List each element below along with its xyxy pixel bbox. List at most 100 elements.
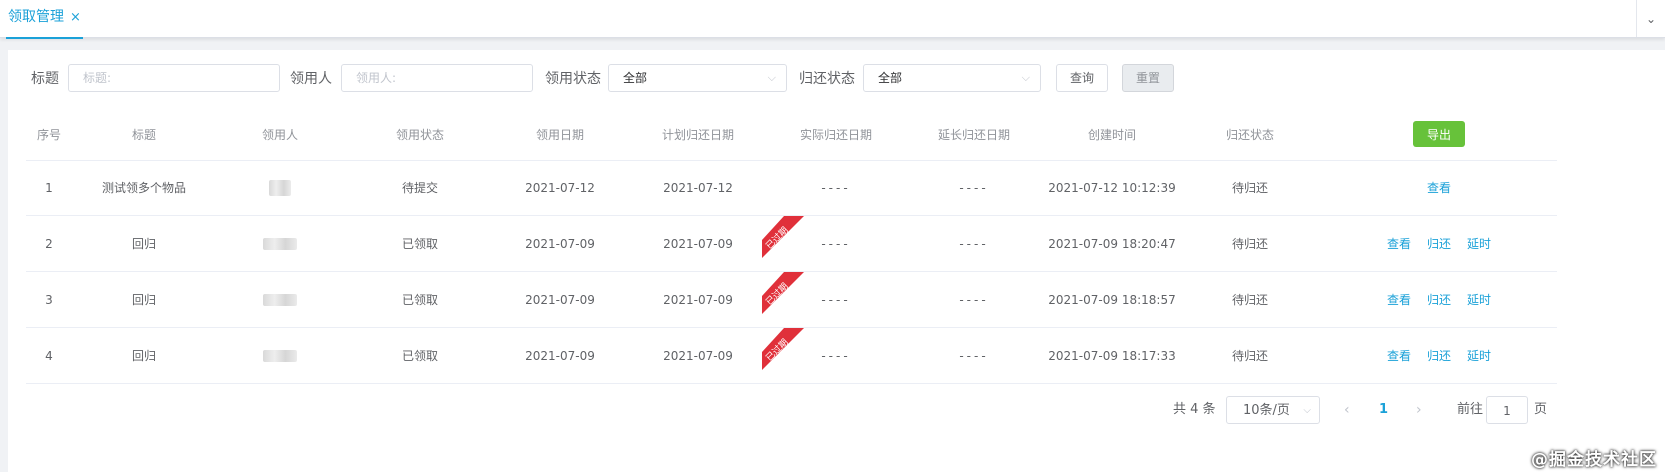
row-index: 3 [45,292,53,307]
row-created: 2021-07-09 18:18:57 [1048,292,1176,307]
chevron-down-icon[interactable]: ⌄ [1636,0,1665,37]
row-index: 2 [45,236,53,251]
extend-link[interactable]: 延时 [1467,347,1491,364]
receiver-avatar-blurred [216,160,344,215]
row-receive-date: 2021-07-09 [525,292,595,307]
query-button[interactable]: 查询 [1056,64,1108,92]
export-button[interactable]: 导出 [1413,121,1465,147]
return-link[interactable]: 归还 [1427,291,1451,308]
row-created: 2021-07-09 18:17:33 [1048,348,1176,363]
row-actual-return: ---- [821,180,851,195]
row-title: 回归 [131,349,156,363]
chevron-down-icon: ⌵ [767,71,776,84]
row-return-status: 待归还 [1231,349,1268,363]
col-extended-return: 延长归还日期 [937,127,1010,142]
row-title: 回归 [131,293,156,307]
table-row: 4 回归 已领取 2021-07-09 2021-07-09 已过期 ---- … [26,328,1557,384]
table-header: 序号 标题 领用人 领用状态 领用日期 计划归还日期 实际归还日期 延长归还日期… [26,108,1557,161]
tab-label: 领取管理 [8,9,64,25]
row-planned-return: 2021-07-09 [663,236,733,251]
view-link[interactable]: 查看 [1387,347,1411,364]
row-receive-date: 2021-07-09 [525,236,595,251]
col-receive-status: 领用状态 [395,127,444,142]
receiver-filter-input[interactable] [341,64,533,92]
watermark: @掘金技术社区 [1531,450,1657,470]
row-return-status: 待归还 [1231,293,1268,307]
row-actions: 查看 归还 延时 [1326,328,1552,383]
row-return-status: 待归还 [1231,181,1268,195]
row-title: 回归 [131,237,156,251]
col-index: 序号 [36,127,61,142]
return-status-value: 全部 [878,71,903,85]
view-link[interactable]: 查看 [1387,291,1411,308]
return-link[interactable]: 归还 [1427,235,1451,252]
receiver-avatar-blurred [216,272,344,327]
row-actual-return: ---- [821,348,851,363]
page-suffix-label: 页 [1534,402,1548,417]
tab-close-icon[interactable]: × [70,10,81,25]
row-index: 1 [45,180,53,195]
col-planned-return: 计划归还日期 [661,127,734,142]
row-extended-return: ---- [959,292,989,307]
chevron-right-icon[interactable]: › [1416,396,1422,424]
receiver-filter-label: 领用人 [290,71,332,87]
row-receive-date: 2021-07-09 [525,348,595,363]
extend-link[interactable]: 延时 [1467,235,1491,252]
row-title: 测试领多个物品 [101,181,186,195]
main-panel: 标题 领用人 领用状态 全部 ⌵ 归还状态 全部 ⌵ 查询 重置 序号 标题 领… [8,50,1665,472]
row-actions: 查看 归还 延时 [1326,216,1552,271]
row-actual-return: ---- [821,236,851,251]
row-receive-status: 待提交 [401,181,438,195]
col-actions: 导出 [1326,108,1552,160]
col-created: 创建时间 [1087,127,1136,142]
table-row: 1 测试领多个物品 待提交 2021-07-12 2021-07-12 ----… [26,160,1557,216]
page-size-select[interactable]: 10条/页 ⌵ [1226,396,1320,424]
row-extended-return: ---- [959,180,989,195]
goto-label: 前往 [1457,402,1484,417]
receiver-avatar-blurred [216,328,344,383]
row-receive-status: 已领取 [401,293,438,307]
row-receive-status: 已领取 [401,349,438,363]
col-receive-date: 领用日期 [535,127,584,142]
col-title: 标题 [131,127,156,142]
row-created: 2021-07-12 10:12:39 [1048,180,1176,195]
return-status-select[interactable]: 全部 ⌵ [863,64,1041,92]
tab-receive-management[interactable]: 领取管理 × [6,0,83,39]
table-row: 3 回归 已领取 2021-07-09 2021-07-09 已过期 ---- … [26,272,1557,328]
receive-status-select[interactable]: 全部 ⌵ [608,64,787,92]
reset-button[interactable]: 重置 [1122,64,1174,92]
row-planned-return: 2021-07-12 [663,180,733,195]
row-planned-return: 2021-07-09 [663,292,733,307]
row-index: 4 [45,348,53,363]
row-return-status: 待归还 [1231,237,1268,251]
col-actual-return: 实际归还日期 [799,127,872,142]
goto-page-input[interactable]: 1 [1486,396,1528,424]
return-link[interactable]: 归还 [1427,347,1451,364]
row-extended-return: ---- [959,236,989,251]
row-actions: 查看 归还 延时 [1326,272,1552,327]
chevron-left-icon[interactable]: ‹ [1344,396,1350,424]
row-receive-date: 2021-07-12 [525,180,595,195]
col-return-status: 归还状态 [1225,127,1274,142]
row-created: 2021-07-09 18:20:47 [1048,236,1176,251]
view-link[interactable]: 查看 [1427,179,1451,196]
row-planned-return: 2021-07-09 [663,348,733,363]
row-actual-return: ---- [821,292,851,307]
view-link[interactable]: 查看 [1387,235,1411,252]
row-extended-return: ---- [959,348,989,363]
receive-status-label: 领用状态 [545,71,601,87]
page-number[interactable]: 1 [1379,396,1388,424]
row-receive-status: 已领取 [401,237,438,251]
title-filter-input[interactable] [68,64,280,92]
return-status-label: 归还状态 [799,71,855,87]
receiver-avatar-blurred [216,216,344,271]
row-actions: 查看 [1326,160,1552,215]
pagination-total: 共 4 条 [1173,402,1216,417]
tab-bar: 领取管理 × ⌄ [0,0,1665,39]
extend-link[interactable]: 延时 [1467,291,1491,308]
title-filter-label: 标题 [31,71,59,87]
page-size-value: 10条/页 [1243,403,1290,418]
table-row: 2 回归 已领取 2021-07-09 2021-07-09 已过期 ---- … [26,216,1557,272]
col-receiver: 领用人 [261,127,298,142]
chevron-down-icon: ⌵ [1303,405,1311,416]
